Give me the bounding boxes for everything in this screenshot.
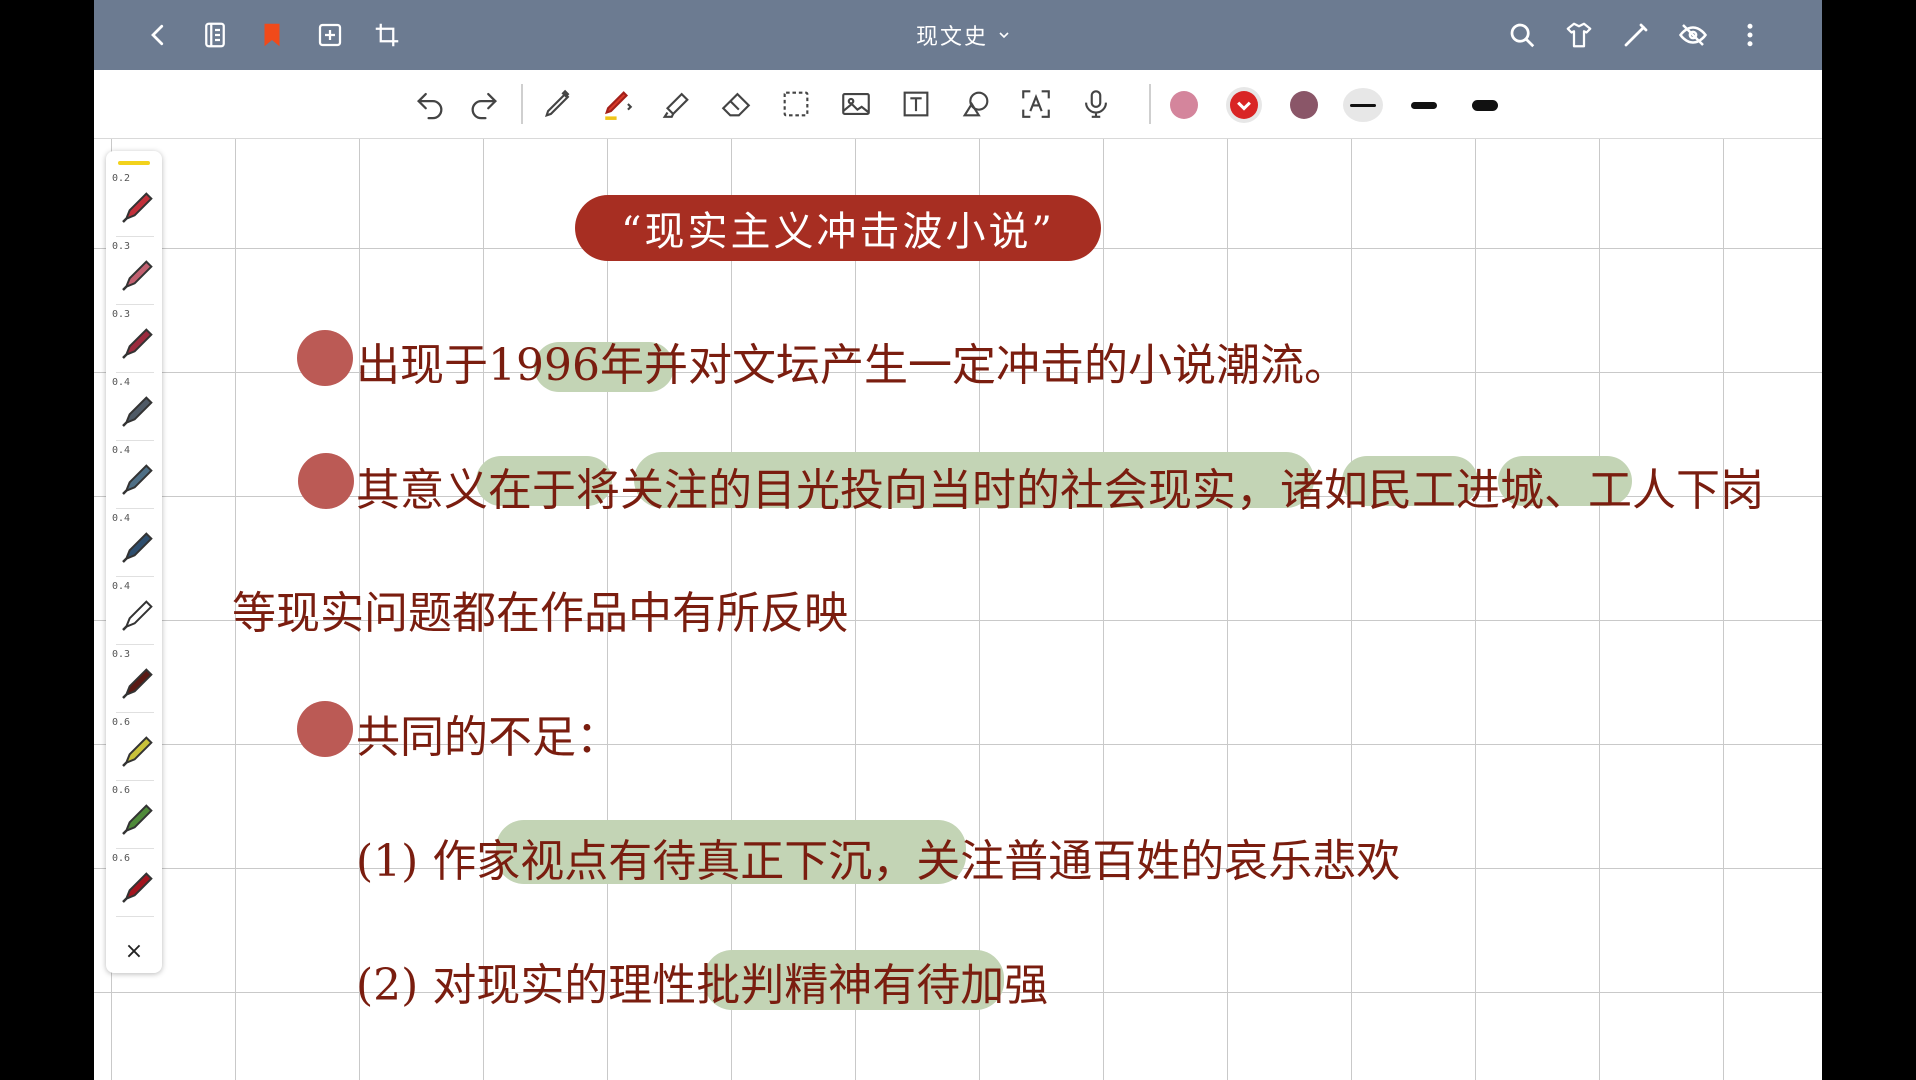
- pen-preset[interactable]: 0.4: [110, 445, 158, 509]
- bullet-dot: [297, 330, 353, 386]
- stroke-width-medium[interactable]: [1404, 88, 1444, 122]
- pen-size-label: 0.6: [112, 717, 131, 728]
- microphone-icon[interactable]: [1076, 84, 1116, 124]
- toolbar-divider: [1149, 84, 1151, 124]
- eye-hidden-icon[interactable]: [1675, 17, 1711, 53]
- toolbar-divider: [521, 84, 523, 124]
- undo-icon[interactable]: [410, 84, 450, 124]
- pen-preset[interactable]: 0.4: [110, 581, 158, 645]
- pen-divider: [116, 372, 154, 373]
- top-bar: 现文史: [94, 0, 1822, 70]
- note-line-4: 共同的不足：: [356, 712, 620, 763]
- pen-preset[interactable]: 0.4: [110, 377, 158, 441]
- search-icon[interactable]: [1504, 17, 1540, 53]
- add-page-icon[interactable]: [312, 17, 348, 53]
- pen-preset[interactable]: 0.6: [110, 717, 158, 781]
- bookmark-icon[interactable]: [254, 17, 290, 53]
- theme-shirt-icon[interactable]: [1561, 17, 1597, 53]
- pen-size-label: 0.4: [112, 445, 131, 456]
- pen-divider: [116, 780, 154, 781]
- note-line-1: 出现于1996年并对文坛产生一定冲击的小说潮流。: [356, 340, 1348, 391]
- pencil-icon[interactable]: [538, 84, 578, 124]
- active-pen-indicator: [118, 161, 150, 165]
- pen-size-label: 0.3: [112, 649, 131, 660]
- stroke-width-thin[interactable]: [1343, 88, 1383, 122]
- chevron-down-icon: [999, 32, 1009, 39]
- pen-icon: [122, 668, 153, 699]
- pen-icon: [122, 600, 153, 631]
- pen-size-label: 0.3: [112, 309, 131, 320]
- pen-divider: [116, 508, 154, 509]
- pen-edit-icon[interactable]: [1618, 17, 1654, 53]
- shape-icon[interactable]: [956, 84, 996, 124]
- fountain-pen-icon[interactable]: [598, 84, 638, 124]
- note-title: “现实主义冲击波小说”: [575, 195, 1101, 261]
- pen-size-label: 0.4: [112, 377, 131, 388]
- pen-icon: [122, 872, 153, 903]
- pen-preset[interactable]: 0.6: [110, 785, 158, 849]
- bullet-dot: [297, 701, 353, 757]
- pen-divider: [116, 440, 154, 441]
- pen-divider: [116, 236, 154, 237]
- pen-preset[interactable]: 0.6: [110, 853, 158, 917]
- document-title-dropdown[interactable]: 现文史: [894, 18, 1034, 52]
- pen-favorites-panel: 0.2 0.3 0.3 0.4 0.4 0.4 0.4 0.3 0.6 0.6 0.6 ×: [106, 151, 162, 973]
- note-line-5: (1) 作家视点有待真正下沉，关注普通百姓的哀乐悲欢: [356, 836, 1401, 887]
- pen-preset[interactable]: 0.3: [110, 241, 158, 305]
- redo-icon[interactable]: [464, 84, 504, 124]
- pen-icon: [122, 736, 153, 767]
- document-title: 现文史: [915, 25, 988, 50]
- text-box-icon[interactable]: [896, 84, 936, 124]
- pen-preset[interactable]: 0.3: [110, 309, 158, 373]
- note-line-6: (2) 对现实的理性批判精神有待加强: [356, 960, 1049, 1011]
- pen-icon: [122, 328, 153, 359]
- pen-icon: [122, 532, 153, 563]
- bullet-dot: [298, 453, 354, 509]
- pen-divider: [116, 644, 154, 645]
- pen-icon: [122, 192, 153, 223]
- stroke-width-thick[interactable]: [1465, 88, 1505, 122]
- drawing-toolbar: [94, 70, 1822, 139]
- pen-preset[interactable]: 0.4: [110, 513, 158, 577]
- pen-size-label: 0.4: [112, 513, 131, 524]
- color-swatch-pink[interactable]: [1170, 91, 1198, 119]
- notes-app: 现文史 0.2 0.3 0.3 0.4 0.4 0.4 0.4 0.3 0.6 …: [94, 0, 1822, 1080]
- chevron-down-icon: [1237, 101, 1251, 111]
- highlighter-icon[interactable]: [656, 84, 696, 124]
- pen-preset[interactable]: 0.2: [110, 173, 158, 237]
- note-line-3: 等现实问题都在作品中有所反映: [232, 588, 848, 639]
- more-icon[interactable]: [1732, 17, 1768, 53]
- pen-icon: [122, 464, 153, 495]
- pen-size-label: 0.2: [112, 173, 131, 184]
- eraser-icon[interactable]: [716, 84, 756, 124]
- pen-size-label: 0.4: [112, 581, 131, 592]
- pen-divider: [116, 712, 154, 713]
- pen-size-label: 0.6: [112, 853, 131, 864]
- pen-preset[interactable]: 0.3: [110, 649, 158, 713]
- pen-size-label: 0.3: [112, 241, 131, 252]
- pen-divider: [116, 916, 154, 917]
- note-line-2: 其意义在于将关注的目光投向当时的社会现实，诸如民工进城、工人下岗: [356, 465, 1764, 516]
- ocr-text-icon[interactable]: [1016, 84, 1056, 124]
- pen-icon: [122, 396, 153, 427]
- color-swatch-red[interactable]: [1230, 91, 1258, 119]
- image-icon[interactable]: [836, 84, 876, 124]
- notebook-icon[interactable]: [197, 17, 233, 53]
- pen-icon: [122, 260, 153, 291]
- pen-divider: [116, 304, 154, 305]
- pen-divider: [116, 576, 154, 577]
- close-panel-button[interactable]: ×: [110, 929, 158, 973]
- back-icon[interactable]: [140, 17, 176, 53]
- crop-icon[interactable]: [369, 17, 405, 53]
- color-swatch-mauve[interactable]: [1290, 91, 1318, 119]
- pen-icon: [122, 804, 153, 835]
- pen-size-label: 0.6: [112, 785, 131, 796]
- lasso-select-icon[interactable]: [776, 84, 816, 124]
- pen-divider: [116, 848, 154, 849]
